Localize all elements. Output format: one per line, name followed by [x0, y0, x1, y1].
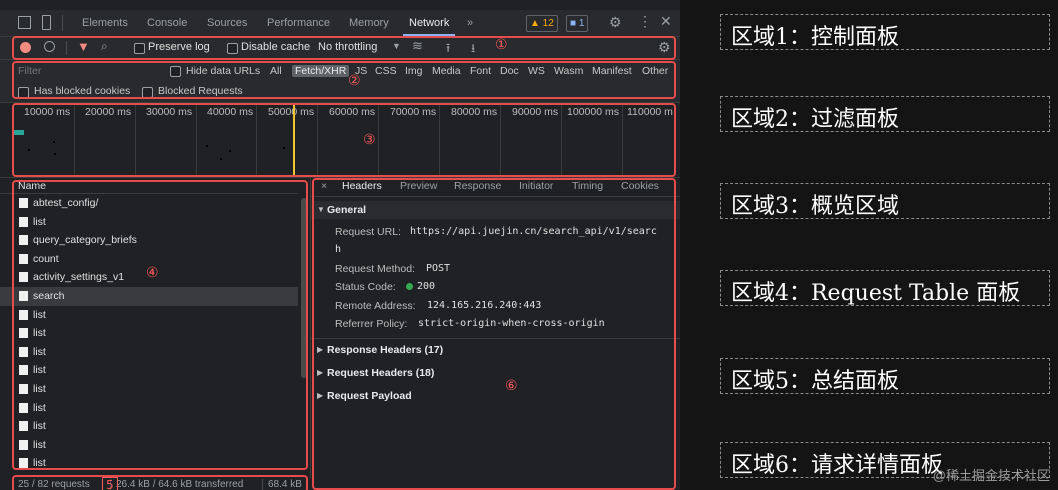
region5-outline	[12, 475, 308, 490]
settings-gear-icon[interactable]: ⚙	[609, 14, 622, 31]
legend-region3: 区域3：概览区域	[720, 183, 1050, 219]
region6-marker: ⑥	[505, 378, 518, 394]
region5-marker: 5	[102, 477, 118, 490]
legend-region5: 区域5：总结面板	[720, 358, 1050, 394]
inspect-element-icon[interactable]	[18, 16, 31, 29]
legend-region1: 区域1：控制面板	[720, 14, 1050, 50]
messages-badge[interactable]: ■ 1	[566, 15, 589, 32]
region1-marker: ①	[495, 37, 508, 53]
region4-marker: ④	[146, 265, 159, 281]
region2-outline	[12, 61, 676, 99]
region3-marker: ③	[363, 132, 376, 148]
divider	[62, 15, 63, 31]
legend-region2: 区域2：过滤面板	[720, 96, 1050, 132]
devtools-tab-bar: Elements Console Sources Performance Mem…	[0, 10, 680, 37]
tab-sources[interactable]: Sources	[207, 10, 247, 36]
more-options-icon[interactable]: ⋮	[638, 13, 652, 30]
region2-marker: ②	[348, 73, 361, 89]
tab-console[interactable]: Console	[147, 10, 187, 36]
region4-outline	[12, 180, 308, 470]
legend-region4: 区域4：Request Table 面板	[720, 270, 1050, 306]
tab-network[interactable]: Network	[402, 10, 456, 36]
more-tabs-button[interactable]: »	[467, 10, 473, 36]
region1-outline	[12, 36, 676, 60]
device-toolbar-icon[interactable]	[42, 15, 51, 30]
tab-performance[interactable]: Performance	[267, 10, 330, 36]
region3-outline	[12, 103, 676, 177]
watermark-text: @稀土掘金技术社区	[932, 468, 1050, 483]
tab-elements[interactable]: Elements	[82, 10, 128, 36]
warnings-badge[interactable]: ▲ 12	[526, 15, 558, 32]
devtools-panel: Elements Console Sources Performance Mem…	[0, 0, 680, 490]
region6-outline	[312, 178, 676, 490]
close-devtools-icon[interactable]: ✕	[660, 13, 672, 30]
tab-memory[interactable]: Memory	[349, 10, 389, 36]
